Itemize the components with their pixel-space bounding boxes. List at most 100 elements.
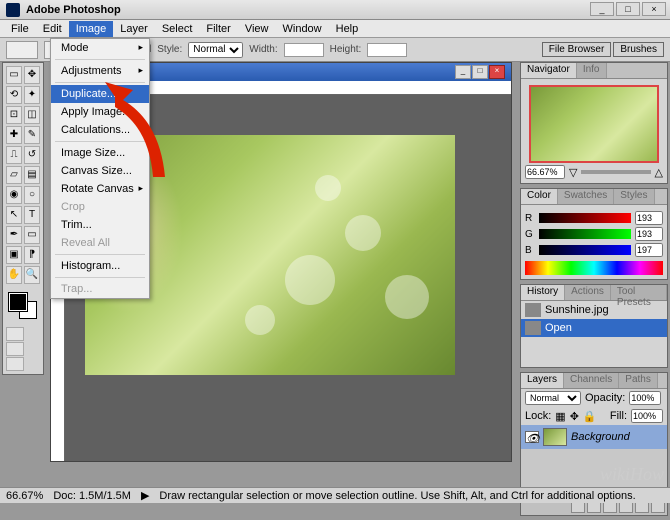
move-tool[interactable]: ✥: [24, 66, 40, 84]
style-select[interactable]: Normal: [188, 42, 243, 58]
zoom-out-icon[interactable]: ▽: [569, 166, 577, 179]
menu-item-duplicate[interactable]: Duplicate...: [51, 85, 149, 103]
doc-close-button[interactable]: ×: [489, 65, 505, 79]
color-spectrum[interactable]: [525, 261, 663, 275]
shape-tool[interactable]: ▭: [24, 226, 40, 244]
b-input[interactable]: [635, 243, 663, 257]
doc-maximize-button[interactable]: □: [472, 65, 488, 79]
gradient-tool[interactable]: ▤: [24, 166, 40, 184]
layer-thumbnail-icon: [543, 428, 567, 446]
zoom-tool[interactable]: 🔍: [24, 266, 40, 284]
eraser-tool[interactable]: ▱: [6, 166, 22, 184]
tab-actions[interactable]: Actions: [565, 285, 611, 300]
lasso-tool[interactable]: ⟲: [6, 86, 22, 104]
tab-navigator[interactable]: Navigator: [521, 63, 577, 78]
menu-file[interactable]: File: [4, 21, 36, 37]
path-tool[interactable]: ↖: [6, 206, 22, 224]
blend-mode-select[interactable]: Normal: [525, 391, 581, 405]
tab-styles[interactable]: Styles: [614, 189, 654, 204]
tab-color[interactable]: Color: [521, 189, 558, 204]
heal-tool[interactable]: ✚: [6, 126, 22, 144]
opacity-input[interactable]: [629, 391, 661, 405]
status-zoom[interactable]: 66.67%: [6, 490, 43, 502]
color-swatches[interactable]: [5, 291, 41, 321]
toolbox: ▭✥ ⟲✦ ⊡◫ ✚✎ ⎍↺ ▱▤ ◉○ ↖T ✒▭ ▣⁋ ✋🔍: [2, 62, 44, 375]
layer-row[interactable]: 👁 Background: [521, 425, 667, 449]
fill-input[interactable]: [631, 409, 663, 423]
quickmask-icon[interactable]: [6, 327, 24, 341]
minimize-button[interactable]: _: [590, 2, 614, 16]
menu-item-rotate-canvas[interactable]: Rotate Canvas: [51, 180, 149, 198]
b-slider[interactable]: [539, 245, 631, 255]
zoom-input[interactable]: [525, 165, 565, 179]
width-input[interactable]: [284, 43, 324, 57]
eyedropper-tool[interactable]: ⁋: [24, 246, 40, 264]
menu-item-trap: Trap...: [51, 280, 149, 298]
g-slider[interactable]: [539, 229, 631, 239]
app-title: Adobe Photoshop: [26, 4, 121, 16]
marquee-tool[interactable]: ▭: [6, 66, 22, 84]
r-slider[interactable]: [539, 213, 631, 223]
stamp-tool[interactable]: ⎍: [6, 146, 22, 164]
notes-tool[interactable]: ▣: [6, 246, 22, 264]
doc-minimize-button[interactable]: _: [455, 65, 471, 79]
tab-history[interactable]: History: [521, 285, 565, 300]
menu-item-adjustments[interactable]: Adjustments: [51, 62, 149, 80]
menu-help[interactable]: Help: [329, 21, 366, 37]
lock-pixels-icon[interactable]: ▦: [555, 410, 565, 423]
navigator-panel: NavigatorInfo ▽ △: [520, 62, 668, 184]
zoom-in-icon[interactable]: △: [655, 166, 663, 179]
menu-edit[interactable]: Edit: [36, 21, 69, 37]
tab-swatches[interactable]: Swatches: [558, 189, 614, 204]
history-brush-tool[interactable]: ↺: [24, 146, 40, 164]
g-label: G: [525, 229, 535, 240]
menu-select[interactable]: Select: [155, 21, 200, 37]
lock-position-icon[interactable]: ✥: [570, 410, 579, 423]
maximize-button[interactable]: □: [616, 2, 640, 16]
crop-tool[interactable]: ⊡: [6, 106, 22, 124]
tab-channels[interactable]: Channels: [564, 373, 619, 388]
menu-item-canvas-size[interactable]: Canvas Size...: [51, 162, 149, 180]
menu-item-image-size[interactable]: Image Size...: [51, 144, 149, 162]
menu-item-calculations[interactable]: Calculations...: [51, 121, 149, 139]
wand-tool[interactable]: ✦: [24, 86, 40, 104]
type-tool[interactable]: T: [24, 206, 40, 224]
pen-tool[interactable]: ✒: [6, 226, 22, 244]
g-input[interactable]: [635, 227, 663, 241]
brushes-button[interactable]: Brushes: [613, 42, 664, 57]
menu-view[interactable]: View: [238, 21, 276, 37]
blur-tool[interactable]: ◉: [6, 186, 22, 204]
file-browser-button[interactable]: File Browser: [542, 42, 612, 57]
tab-paths[interactable]: Paths: [619, 373, 658, 388]
visibility-icon[interactable]: 👁: [525, 431, 539, 443]
tool-preset-picker[interactable]: [6, 41, 38, 59]
height-input[interactable]: [367, 43, 407, 57]
status-doc: Doc: 1.5M/1.5M: [53, 490, 131, 502]
tab-info[interactable]: Info: [577, 63, 607, 78]
window-controls: _ □ ×: [590, 2, 666, 16]
watermark: wikiHow: [600, 464, 664, 485]
menu-item-apply-image[interactable]: Apply Image...: [51, 103, 149, 121]
menu-item-trim[interactable]: Trim...: [51, 216, 149, 234]
menu-layer[interactable]: Layer: [113, 21, 155, 37]
dodge-tool[interactable]: ○: [24, 186, 40, 204]
b-label: B: [525, 245, 535, 256]
menu-filter[interactable]: Filter: [199, 21, 237, 37]
screenmode-icon[interactable]: [6, 342, 24, 356]
close-button[interactable]: ×: [642, 2, 666, 16]
slice-tool[interactable]: ◫: [24, 106, 40, 124]
history-step[interactable]: Open: [521, 319, 667, 337]
tab-tool-presets[interactable]: Tool Presets: [611, 285, 667, 300]
hand-tool[interactable]: ✋: [6, 266, 22, 284]
tab-layers[interactable]: Layers: [521, 373, 564, 388]
jump-icon[interactable]: [6, 357, 24, 371]
r-input[interactable]: [635, 211, 663, 225]
zoom-slider[interactable]: [581, 170, 650, 174]
brush-tool[interactable]: ✎: [24, 126, 40, 144]
navigator-thumbnail[interactable]: [529, 85, 659, 163]
menu-image[interactable]: Image: [69, 21, 114, 37]
menu-item-mode[interactable]: Mode: [51, 39, 149, 57]
menu-window[interactable]: Window: [276, 21, 329, 37]
lock-all-icon[interactable]: 🔒: [583, 410, 597, 423]
menu-item-histogram[interactable]: Histogram...: [51, 257, 149, 275]
